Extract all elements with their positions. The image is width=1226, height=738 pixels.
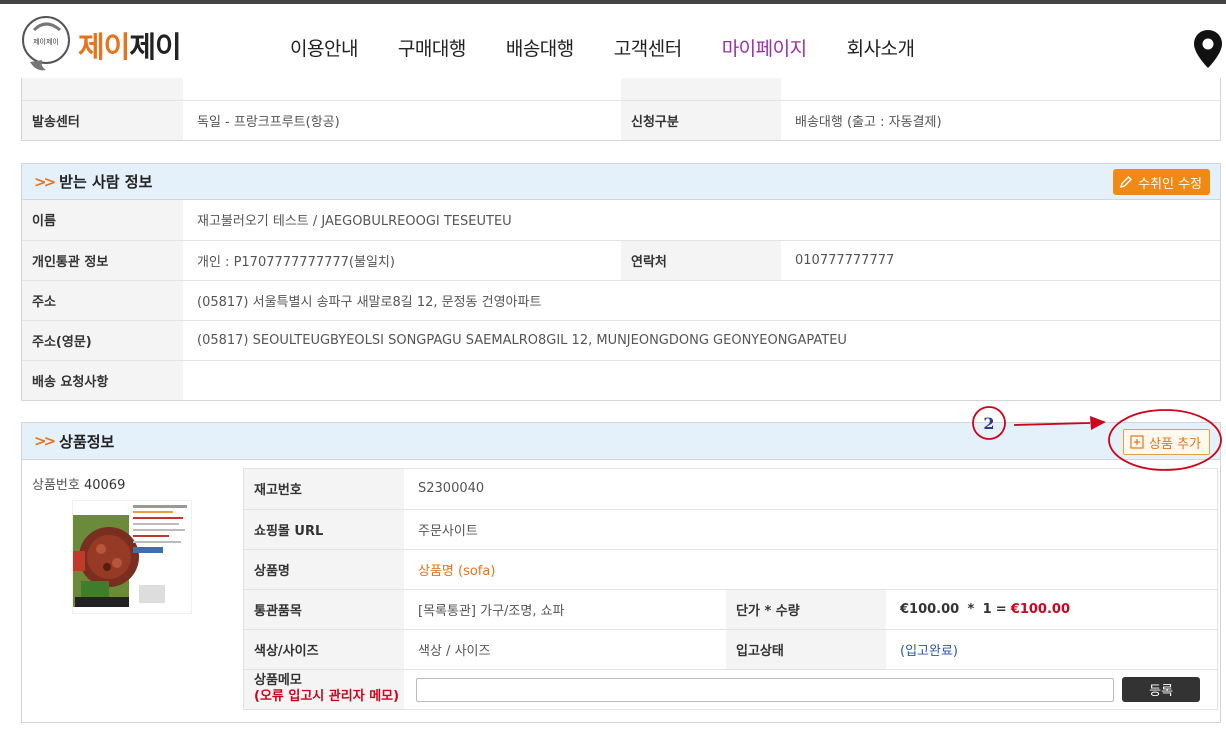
color-size-value: 색상 / 사이즈 — [404, 629, 726, 670]
add-product-button[interactable]: 상품 추가 — [1123, 429, 1210, 455]
product-number-label: 상품번호 — [32, 478, 80, 493]
product-section: >> 상품정보 상품 추가 상품번호 40069 재고번호 S2300040 쇼… — [21, 422, 1221, 723]
logo-wordmark-rest: 제이 — [129, 30, 181, 64]
shop-url-label: 쇼핑몰 URL — [244, 509, 404, 550]
plus-box-icon — [1130, 435, 1144, 449]
product-name-value[interactable]: 상품명 (sofa) — [404, 549, 1217, 590]
recipient-section-header: >> 받는 사람 정보 수취인 수정 — [22, 164, 1220, 200]
customs-item-label: 통관품목 — [244, 589, 404, 630]
phone-value: 010777777777 — [781, 240, 1220, 281]
table-row: 쇼핑몰 URL 주문사이트 — [244, 509, 1217, 550]
table-row: 이름 재고불러오기 테스트 / JAEGOBULREOOGI TESEUTEU — [22, 200, 1220, 241]
product-title: 상품정보 — [59, 432, 115, 451]
edit-recipient-label: 수취인 수정 — [1138, 176, 1202, 192]
product-body: 상품번호 40069 재고번호 S2300040 쇼핑몰 URL 주문사이트 상… — [22, 460, 1220, 722]
unit-price: €100.00 — [900, 601, 960, 617]
customs-label: 개인통관 정보 — [22, 240, 183, 281]
product-image-icon — [73, 501, 191, 613]
product-name-label: 상품명 — [244, 549, 404, 590]
main-nav: 이용안내 구매대행 배송대행 고객센터 마이페이지 회사소개 — [290, 34, 955, 61]
table-row: 발송센터 독일 - 프랑크프루트(항공) 신청구분 배송대행 (출고 : 자동결… — [22, 100, 1220, 140]
nav-item-shipping[interactable]: 배송대행 — [506, 34, 574, 61]
stock-no-label: 재고번호 — [244, 469, 404, 510]
ship-center-value: 독일 - 프랑크프루트(항공) — [197, 114, 340, 130]
shop-url-link[interactable]: 주문사이트 — [404, 509, 1217, 550]
nav-item-about[interactable]: 회사소개 — [847, 34, 915, 61]
customs-item-value: [목록통관] 가구/조명, 쇼파 — [404, 589, 726, 630]
name-value: 재고불러오기 테스트 / JAEGOBULREOOGI TESEUTEU — [183, 200, 1220, 241]
stock-status-label: 입고상태 — [726, 629, 886, 670]
nav-item-guide[interactable]: 이용안내 — [290, 34, 358, 61]
memo-input[interactable] — [416, 678, 1114, 702]
phone-label: 연락처 — [621, 240, 781, 281]
dolphin-logo-icon: 제이제이 — [22, 16, 70, 71]
memo-label-cell: 상품메모 (오류 입고시 관리자 메모) — [244, 669, 404, 709]
price-qty-value: €100.00 * 1 = €100.00 — [886, 589, 1217, 630]
logo-wordmark: 제이제이 — [78, 24, 182, 66]
delivery-request-label: 배송 요청사항 — [22, 360, 183, 400]
product-number: 상품번호 40069 — [32, 474, 125, 493]
stock-no-value: S2300040 — [404, 469, 1217, 510]
table-row: 주소(영문) (05817) SEOULTEUGBYEOLSI SONGPAGU… — [22, 320, 1220, 361]
edit-recipient-button[interactable]: 수취인 수정 — [1113, 169, 1210, 195]
memo-warning: (오류 입고시 관리자 메모) — [254, 689, 400, 705]
shipping-info-section: 발송센터 독일 - 프랑크프루트(항공) 신청구분 배송대행 (출고 : 자동결… — [21, 78, 1221, 141]
register-memo-button[interactable]: 등록 — [1122, 676, 1201, 702]
recipient-table: 이름 재고불러오기 테스트 / JAEGOBULREOOGI TESEUTEU … — [22, 200, 1220, 400]
table-row: 개인통관 정보 개인 : P1707777777777(불일치) 연락처 010… — [22, 240, 1220, 281]
product-number-value: 40069 — [83, 478, 126, 493]
stock-status-value[interactable]: (입고완료) — [886, 629, 1217, 670]
site-logo[interactable]: 제이제이 제이제이 — [20, 14, 182, 76]
ship-center-label: 발송센터 — [22, 100, 183, 140]
quantity: 1 — [982, 601, 992, 617]
table-row: 상품명 상품명 (sofa) — [244, 549, 1217, 590]
nav-item-support[interactable]: 고객센터 — [614, 34, 682, 61]
address-label: 주소 — [22, 280, 183, 321]
total-price: €100.00 — [1010, 601, 1071, 617]
address-en-label: 주소(영문) — [22, 320, 183, 361]
memo-input-cell: 등록 — [404, 669, 1217, 709]
double-chevron-icon: >> — [34, 172, 56, 191]
nav-item-mypage[interactable]: 마이페이지 — [722, 34, 807, 61]
double-chevron-icon: >> — [34, 432, 56, 450]
logo-badge-text: 제이제이 — [33, 37, 59, 46]
request-type-label: 신청구분 — [621, 100, 781, 140]
memo-label: 상품메모 — [254, 673, 302, 689]
price-qty-label: 단가 * 수량 — [726, 589, 886, 630]
table-row: 통관품목 [목록통관] 가구/조명, 쇼파 단가 * 수량 €100.00 * … — [244, 589, 1217, 630]
logo-wordmark-accent: 제이 — [78, 30, 130, 64]
address-value: (05817) 서울특별시 송파구 새말로8길 12, 문정동 건영아파트 — [183, 280, 1220, 321]
shipping-info-table: 발송센터 독일 - 프랑크프루트(항공) 신청구분 배송대행 (출고 : 자동결… — [22, 78, 1220, 140]
address-en-value: (05817) SEOULTEUGBYEOLSI SONGPAGU SAEMAL… — [183, 320, 1220, 361]
location-pin-icon[interactable] — [1194, 30, 1222, 68]
table-row: 재고번호 S2300040 — [244, 469, 1217, 510]
add-product-label: 상품 추가 — [1149, 436, 1201, 452]
table-row: 색상/사이즈 색상 / 사이즈 입고상태 (입고완료) — [244, 629, 1217, 670]
nav-item-purchase[interactable]: 구매대행 — [398, 34, 466, 61]
equals-sign: = — [995, 601, 1007, 617]
name-label: 이름 — [22, 200, 183, 241]
product-thumbnail[interactable] — [72, 500, 192, 614]
product-section-header: >> 상품정보 상품 추가 — [22, 423, 1220, 460]
request-type-value: 배송대행 (출고 : 자동결제) — [795, 114, 942, 130]
customs-value: 개인 : P1707777777777(불일치) — [183, 240, 621, 281]
recipient-title: 받는 사람 정보 — [59, 173, 153, 191]
delivery-request-value — [183, 360, 1220, 400]
color-size-label: 색상/사이즈 — [244, 629, 404, 670]
product-detail-table: 재고번호 S2300040 쇼핑몰 URL 주문사이트 상품명 상품명 (sof… — [243, 468, 1218, 710]
pencil-icon — [1120, 176, 1133, 189]
table-row: 상품메모 (오류 입고시 관리자 메모) 등록 — [244, 669, 1217, 709]
times-sign: * — [967, 601, 975, 617]
table-row — [22, 78, 1220, 101]
recipient-section: >> 받는 사람 정보 수취인 수정 이름 재고불러오기 테스트 / JAEGO… — [21, 163, 1221, 401]
table-row: 배송 요청사항 — [22, 360, 1220, 400]
table-row: 주소 (05817) 서울특별시 송파구 새말로8길 12, 문정동 건영아파트 — [22, 280, 1220, 321]
